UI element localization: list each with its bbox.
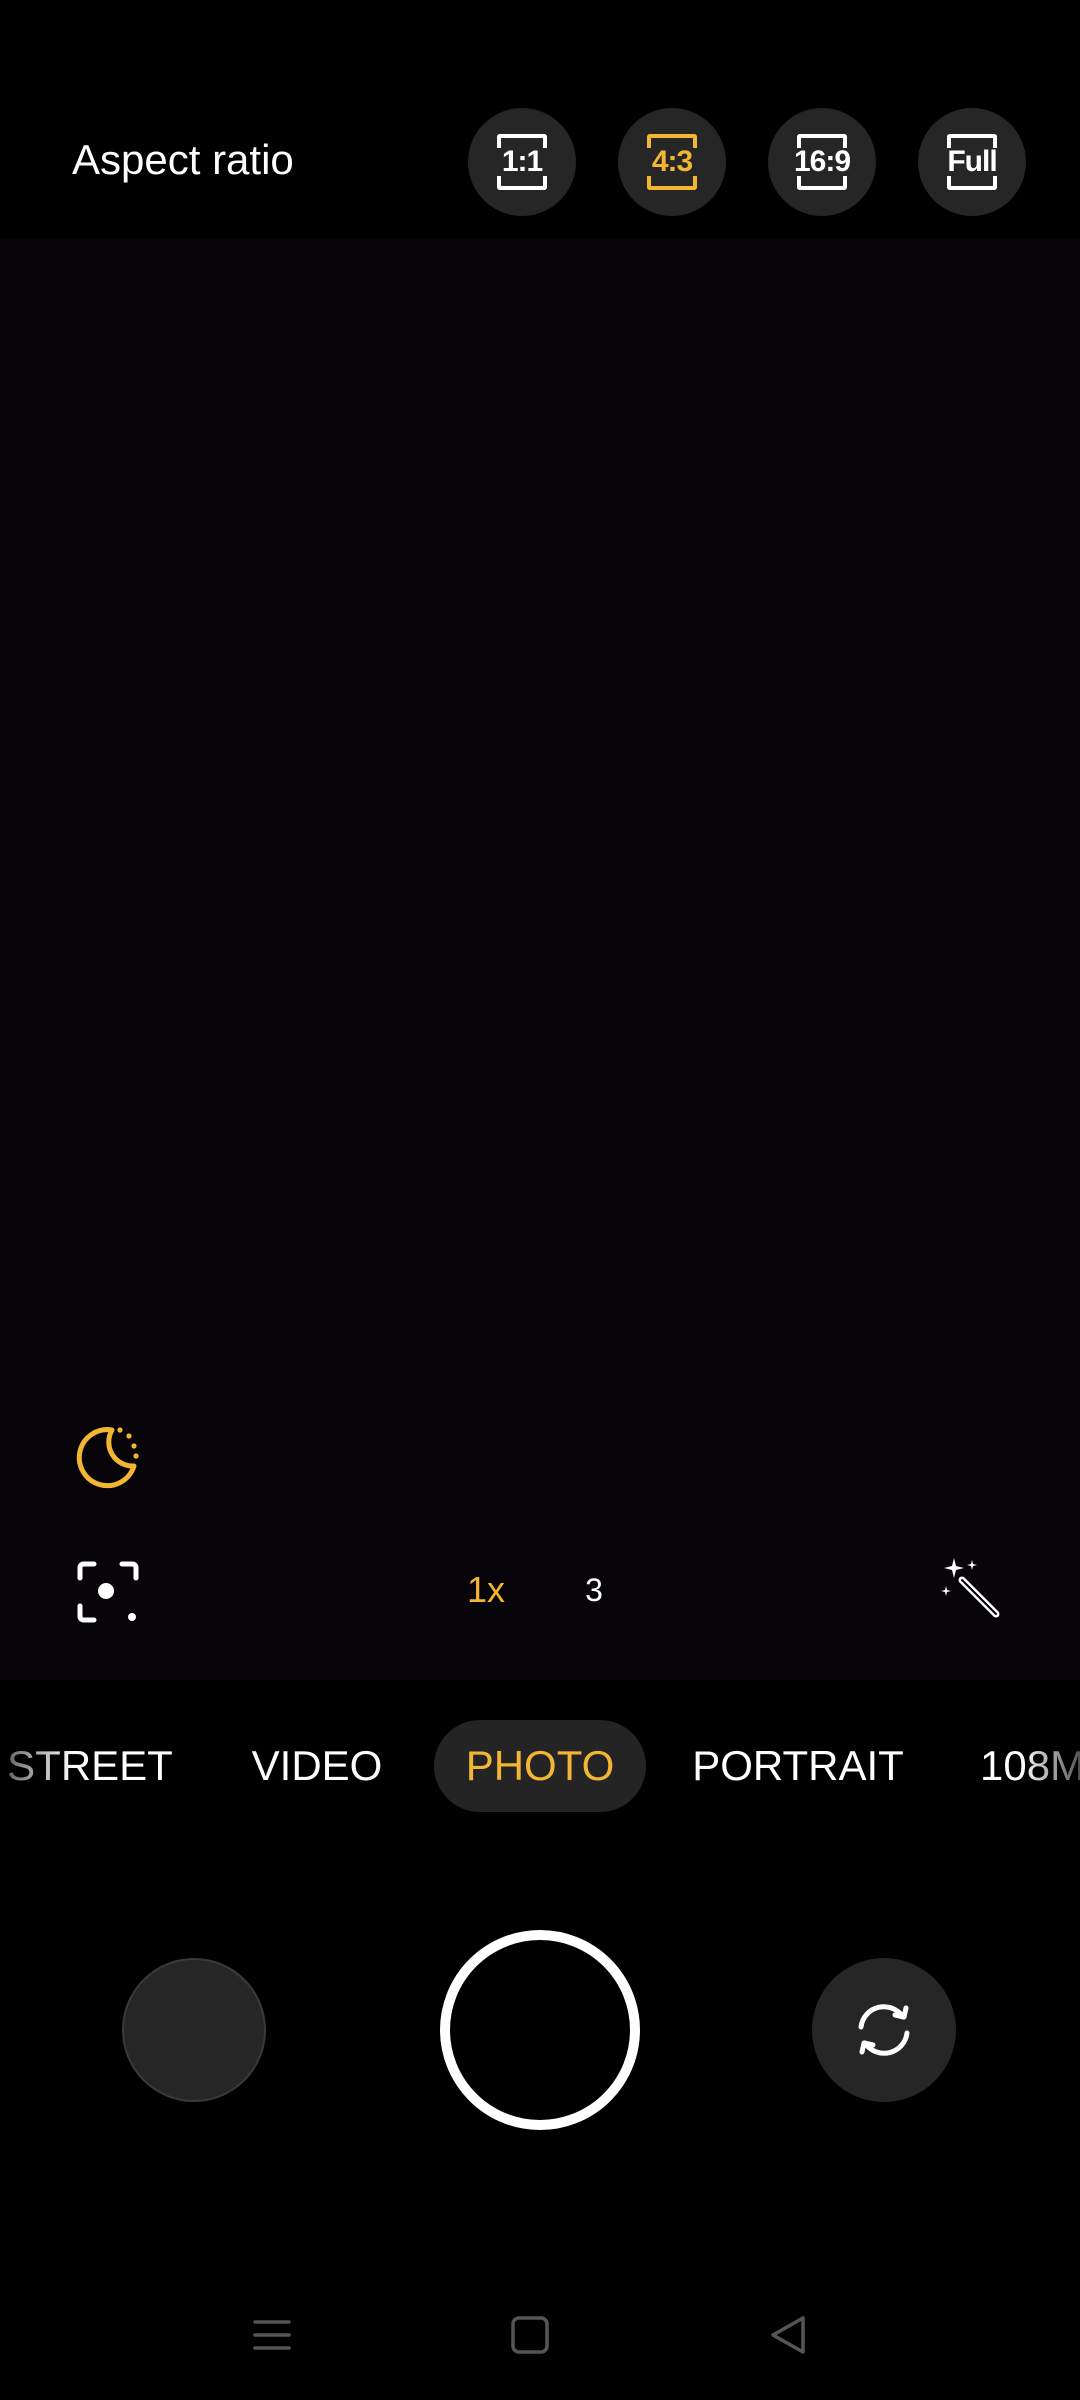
- ratio-button-16-9[interactable]: 16:9: [768, 108, 876, 216]
- moon-icon[interactable]: [72, 1422, 142, 1492]
- camera-flip-icon: [858, 2004, 910, 2056]
- ratio-button-4-3[interactable]: 4:3: [618, 108, 726, 216]
- mode-portrait[interactable]: PORTRAIT: [688, 1720, 908, 1812]
- mode-label: STREET: [7, 1742, 173, 1789]
- ratio-label: 4:3: [651, 145, 693, 178]
- mode-selector: STREET VIDEO PHOTO PORTRAIT 108M: [0, 1720, 1080, 1820]
- shutter-button[interactable]: [440, 1930, 640, 2130]
- mode-street[interactable]: STREET: [0, 1720, 180, 1812]
- back-icon[interactable]: [763, 2310, 813, 2360]
- aspect-ratio-title: Aspect ratio: [72, 136, 294, 183]
- ratio-label: Full: [947, 145, 997, 178]
- zoom-3x-button[interactable]: 3: [564, 1558, 624, 1622]
- ratio-label: 16:9: [793, 145, 851, 178]
- mode-label: PORTRAIT: [692, 1742, 904, 1789]
- zoom-1x-button[interactable]: 1x: [446, 1558, 526, 1622]
- camera-flip-button[interactable]: [812, 1958, 956, 2102]
- mode-label: VIDEO: [251, 1742, 383, 1789]
- menu-icon[interactable]: [247, 2310, 297, 2360]
- home-icon[interactable]: [505, 2310, 555, 2360]
- magic-wand-icon[interactable]: [940, 1556, 1004, 1620]
- focus-frame-icon[interactable]: [76, 1560, 140, 1624]
- mode-label: PHOTO: [465, 1742, 615, 1789]
- ratio-button-1-1[interactable]: 1:1: [468, 108, 576, 216]
- mode-photo[interactable]: PHOTO: [434, 1720, 646, 1812]
- gallery-thumbnail-button[interactable]: [122, 1958, 266, 2102]
- camera-viewfinder[interactable]: [0, 238, 1080, 1680]
- mode-video[interactable]: VIDEO: [238, 1720, 396, 1812]
- ratio-label: 1:1: [501, 145, 543, 178]
- mode-label: 108M: [980, 1742, 1080, 1790]
- ratio-button-full[interactable]: Full: [918, 108, 1026, 216]
- mode-108m[interactable]: 108M: [980, 1720, 1080, 1812]
